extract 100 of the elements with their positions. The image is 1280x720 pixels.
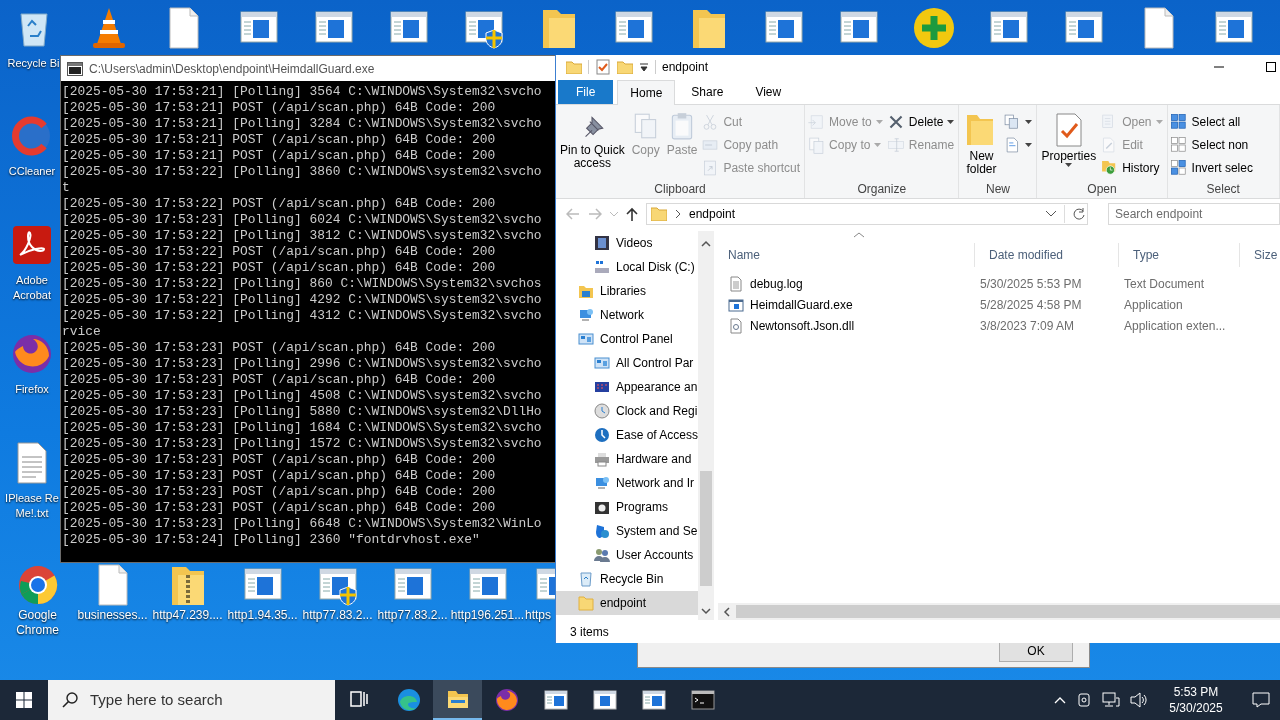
up-arrow-icon[interactable]	[626, 207, 638, 221]
folder-icon	[578, 595, 594, 611]
console-line: [2025-05-30 17:53:23] POST (/api/scan.php) 64B Code: 200	[62, 452, 497, 468]
app-window-icon[interactable]	[728, 296, 744, 313]
nav-item[interactable]: Recycle Bin	[556, 567, 699, 591]
nav-item[interactable]: System and Se	[556, 519, 699, 543]
notification-icon[interactable]	[1252, 692, 1270, 708]
settings-file-icon[interactable]	[728, 317, 744, 334]
console-line: [2025-05-30 17:53:23] POST (/api/scan.php) 64B Code: 200	[62, 372, 497, 388]
nav-item[interactable]: Network and Ir	[556, 471, 699, 495]
device-icon[interactable]	[1076, 692, 1092, 708]
rename-icon	[886, 136, 905, 154]
accessibility-icon	[594, 427, 610, 443]
console-line: [2025-05-30 17:53:21] [Polling] 3284 C:\WINDOWS\System32\svcho	[62, 116, 543, 132]
console-line: [2025-05-30 17:53:24] [Polling] 2360 "fontdrvhost.exe"	[62, 532, 481, 548]
refresh-icon[interactable]	[1073, 208, 1085, 220]
network-icon	[578, 307, 594, 323]
console-line: [2025-05-30 17:53:21] [Polling] 3564 C:\WINDOWS\System32\svcho	[62, 84, 543, 100]
console-line: [2025-05-30 17:53:23] [Polling] 2996 C:\WINDOWS\system32\svcho	[62, 356, 543, 372]
app-window-icon	[592, 688, 617, 712]
properties-icon[interactable]	[595, 59, 611, 75]
console-line: [2025-05-30 17:53:23] POST (/api/scan.php) 64B Code: 200	[62, 468, 497, 484]
ribbon-button[interactable]: History	[1100, 157, 1165, 179]
shield-icon	[594, 523, 610, 539]
date-cell: 3/8/2023 7:09 AM	[980, 318, 1075, 333]
chevron-icon	[675, 210, 681, 218]
nav-item[interactable]: endpoint	[556, 591, 699, 615]
column-header[interactable]: Type	[1118, 243, 1239, 267]
nav-item[interactable]: User Accounts	[556, 543, 699, 567]
ribbon-tab[interactable]: File	[558, 80, 614, 104]
nav-item[interactable]: Videos	[556, 231, 699, 255]
ribbon-button[interactable]: New folder	[961, 111, 1002, 176]
console-line: [2025-05-30 17:53:22] POST (/api/scan.php) 64B Code: 200	[62, 244, 497, 260]
window-title: endpoint	[662, 59, 709, 76]
invert-selection-icon	[1169, 159, 1188, 177]
console-icon	[67, 61, 83, 76]
nav-item[interactable]: Programs	[556, 495, 699, 519]
nav-item[interactable]: Ease of Access	[556, 423, 699, 447]
column-header[interactable]: Name	[714, 243, 974, 267]
users-icon	[594, 547, 610, 563]
nav-item[interactable]: Libraries	[556, 279, 699, 303]
ribbon-button[interactable]: Properties	[1039, 111, 1099, 167]
nav-item[interactable]: Hardware and	[556, 447, 699, 471]
icon-label: Firefox	[15, 382, 49, 397]
file-name[interactable]: debug.log	[750, 274, 803, 293]
address-path: endpoint	[689, 206, 736, 223]
ribbon-button[interactable]: Pin to Quick access	[558, 111, 627, 170]
nav-item[interactable]: All Control Par	[556, 351, 699, 375]
clock-time[interactable]: 5:53 PM	[1173, 684, 1219, 700]
console-line: [2025-05-30 17:53:21] POST (/api/scan.php) 64B Code: 200	[62, 148, 497, 164]
drive-icon	[594, 259, 610, 275]
plus-circle-icon[interactable]	[911, 6, 956, 50]
console-line: [2025-05-30 17:53:23] [Polling] 5880 C:\WINDOWS\system32\DllHo	[62, 404, 543, 420]
ribbon-button[interactable]: Select non	[1169, 134, 1255, 156]
nav-item[interactable]: Clock and Regi	[556, 399, 699, 423]
scrollbar-thumb[interactable]	[736, 605, 1280, 618]
file-name[interactable]: Newtonsoft.Json.dll	[750, 316, 855, 335]
clock-icon	[594, 403, 610, 419]
nav-item[interactable]: Control Panel	[556, 327, 699, 351]
console-line: [2025-05-30 17:53:22] [Polling] 3812 C:\WINDOWS\system32\svcho	[62, 228, 543, 244]
console-line: [2025-05-30 17:53:23] POST (/api/scan.php) 64B Code: 200	[62, 500, 497, 516]
move-icon	[807, 113, 826, 131]
ribbon-button[interactable]: Invert selec	[1169, 157, 1255, 179]
network-icon[interactable]	[1102, 692, 1120, 708]
search-field[interactable]: Search endpoint	[1108, 203, 1280, 225]
pdf-icon[interactable]	[10, 223, 54, 267]
maximize-icon[interactable]	[1266, 62, 1276, 72]
recycle-bin-icon	[578, 571, 594, 587]
ribbon-button[interactable]: Delete	[886, 111, 957, 133]
volume-icon[interactable]	[1130, 692, 1148, 708]
nav-item[interactable]: Local Disk (C:)	[556, 255, 699, 279]
clock-date[interactable]: 5/30/2025	[1169, 700, 1223, 716]
ribbon-button[interactable]: Select all	[1169, 111, 1255, 133]
icon-label: Recycle Bi	[7, 56, 60, 71]
ribbon-tab[interactable]: View	[739, 80, 798, 104]
nav-item[interactable]: Network	[556, 303, 699, 327]
search-field[interactable]: Type here to search	[48, 680, 335, 720]
chevron-up-icon[interactable]	[1054, 696, 1066, 704]
console-line: [2025-05-30 17:53:22] POST (/api/scan.php) 64B Code: 200	[62, 196, 497, 212]
icon-label: http47.239....	[152, 608, 223, 623]
console-line: [2025-05-30 17:53:23] POST (/api/scan.php) 64B Code: 200	[62, 484, 497, 500]
type-cell: Application	[1124, 297, 1183, 312]
dropdown-icon[interactable]	[639, 62, 649, 72]
file-name[interactable]: HeimdallGuard.exe	[750, 295, 853, 314]
address-bar[interactable]: endpoint	[646, 203, 1088, 225]
dropdown-icon[interactable]	[1046, 211, 1056, 217]
app-window-icon	[543, 688, 568, 712]
group-label: Organize	[856, 181, 908, 198]
ribbon-tab[interactable]: Share	[675, 80, 740, 104]
column-header[interactable]: Size	[1239, 243, 1279, 267]
column-header[interactable]: Date modified	[974, 243, 1118, 267]
console-line: [2025-05-30 17:53:22] [Polling] 4292 C:\WINDOWS\system32\svcho	[62, 292, 543, 308]
icon-label: http196.251...	[450, 608, 525, 623]
scrollbar-thumb[interactable]	[700, 471, 712, 586]
nav-item[interactable]: Appearance an	[556, 375, 699, 399]
start-icon[interactable]	[16, 692, 32, 708]
browser-globe-icon[interactable]	[10, 332, 54, 376]
taskbar-button[interactable]	[433, 680, 482, 720]
ribbon-tab[interactable]: Home	[617, 80, 676, 105]
select-all-icon	[1169, 113, 1188, 131]
